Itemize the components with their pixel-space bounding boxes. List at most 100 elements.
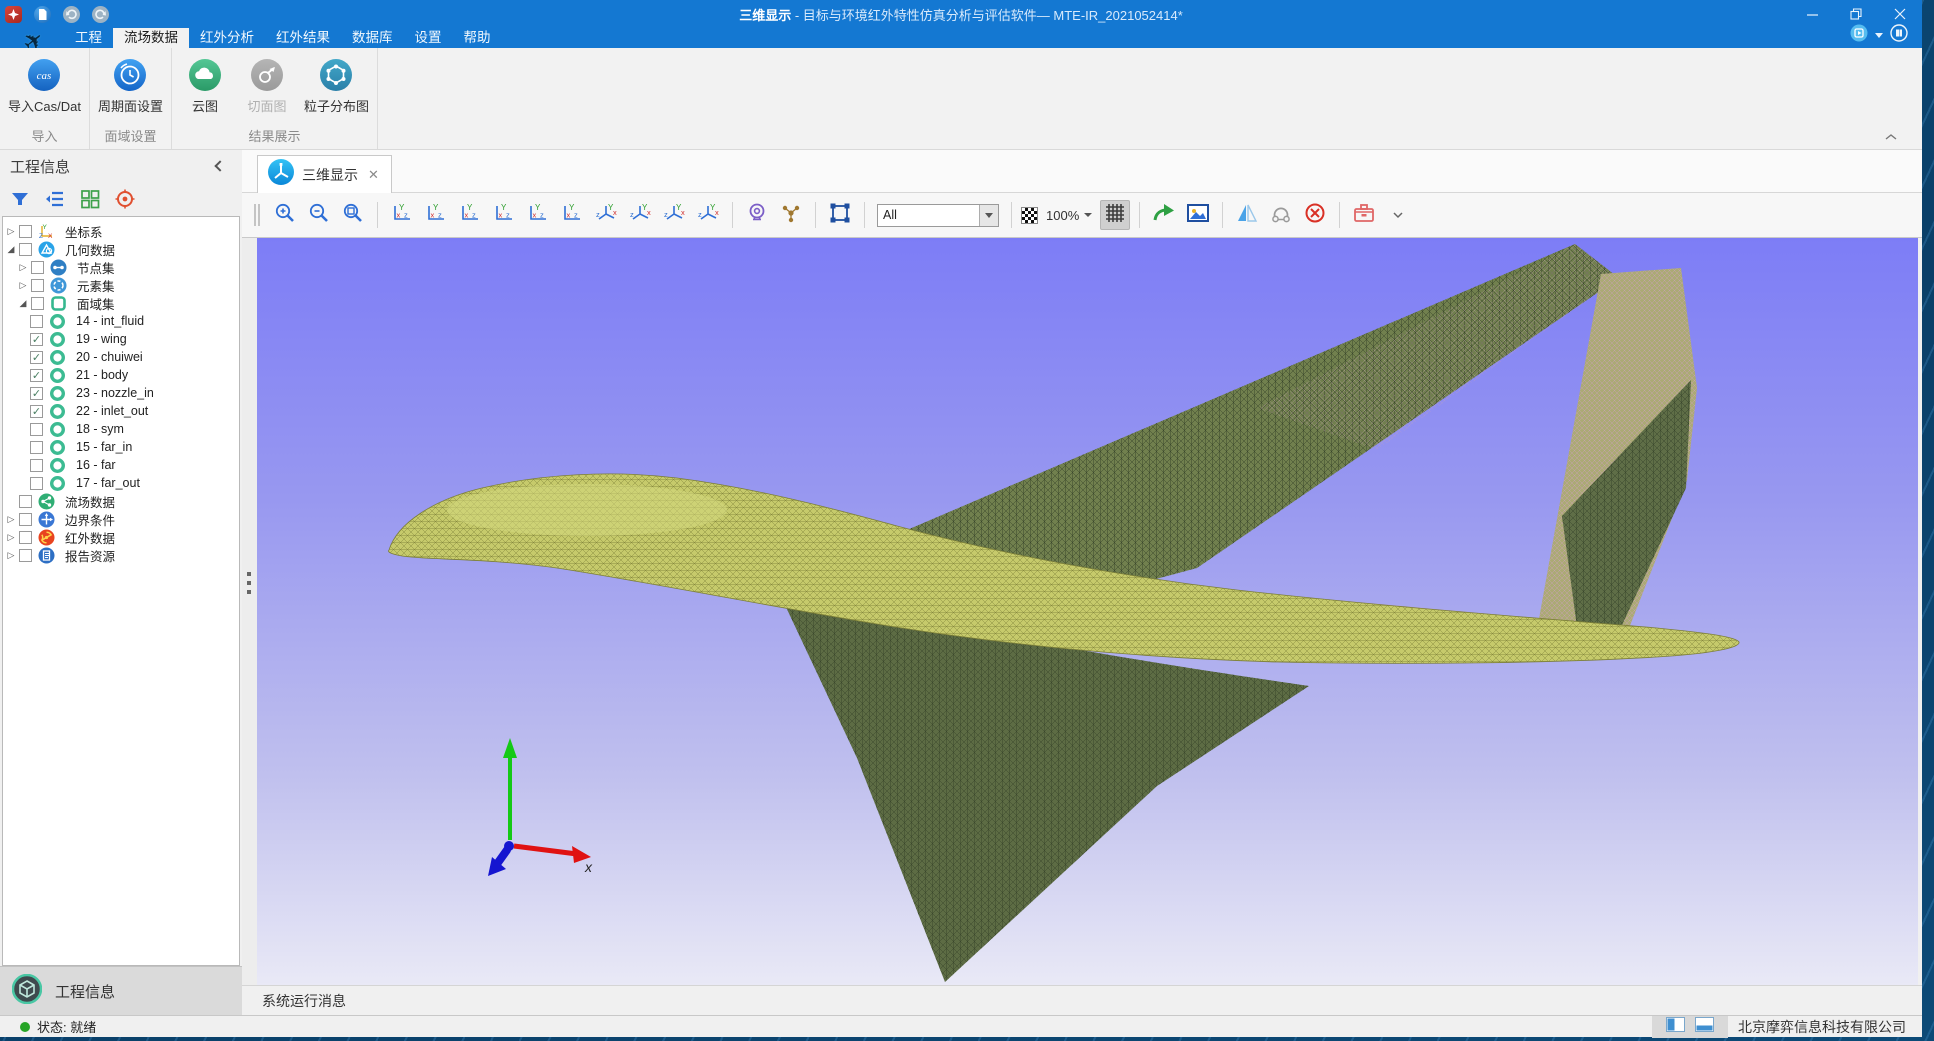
view-back-button[interactable]: Yxz [421, 200, 451, 230]
menu-item-6[interactable]: 帮助 [453, 28, 502, 48]
minimize-button[interactable] [1790, 0, 1834, 28]
tree-item-label[interactable]: 15 - far_in [76, 440, 132, 454]
view-bottom-button[interactable]: Yxz [557, 200, 587, 230]
view-iso-4-button[interactable]: Yzx [693, 200, 723, 230]
redo-icon[interactable] [92, 6, 109, 23]
tree-checkbox[interactable] [30, 441, 43, 454]
tree-item-label[interactable]: 22 - inlet_out [76, 404, 148, 418]
tree-item-18[interactable]: ▷ 报告资源 [3, 546, 239, 564]
ribbon-collapse-icon[interactable] [1884, 129, 1900, 141]
tree-item-14[interactable]: 17 - far_out [3, 474, 239, 492]
view-right-button[interactable]: Yxz [489, 200, 519, 230]
view-left-button[interactable]: Yxz [455, 200, 485, 230]
snapshot-button[interactable] [1183, 200, 1213, 230]
tree-checkbox[interactable] [19, 495, 32, 508]
locate-icon[interactable] [113, 187, 137, 211]
tree-item-5[interactable]: 14 - int_fluid [3, 312, 239, 330]
wire-sphere-button[interactable] [1266, 200, 1296, 230]
tab-3d-display[interactable]: 三维显示 ✕ [257, 155, 392, 193]
tree-checkbox[interactable] [30, 459, 43, 472]
tree-item-label[interactable]: 报告资源 [65, 546, 115, 565]
outline-icon[interactable] [43, 187, 67, 211]
tree-checkbox[interactable]: ✓ [30, 387, 43, 400]
undo-icon[interactable] [63, 6, 80, 23]
combo-dropdown-icon[interactable] [979, 205, 998, 226]
zoom-fit-button[interactable] [338, 200, 368, 230]
select-box-button[interactable] [825, 200, 855, 230]
tree-item-6[interactable]: ✓19 - wing [3, 330, 239, 348]
tree-expander-icon[interactable]: ▷ [17, 280, 29, 291]
tree-checkbox[interactable]: ✓ [30, 369, 43, 382]
tree-checkbox[interactable]: ✓ [30, 405, 43, 418]
grid-icon[interactable] [78, 187, 102, 211]
tree-item-label[interactable]: 元素集 [77, 276, 115, 295]
view-switch-icon[interactable] [1850, 24, 1868, 47]
view-iso-2-button[interactable]: Yzx [625, 200, 655, 230]
tree-item-label[interactable]: 17 - far_out [76, 476, 140, 490]
tree-item-label[interactable]: 21 - body [76, 368, 128, 382]
tree-checkbox[interactable] [31, 279, 44, 292]
display-filter-combo[interactable]: All [877, 204, 999, 227]
tree-item-label[interactable]: 节点集 [77, 258, 115, 277]
viewport-3d[interactable]: x [257, 238, 1918, 985]
tree-item-3[interactable]: ▷ 元素集 [3, 276, 239, 294]
tree-checkbox[interactable] [19, 531, 32, 544]
tree-expander-icon[interactable]: ▷ [5, 226, 17, 237]
tree-expander-icon[interactable]: ▷ [5, 550, 17, 561]
tree-item-2[interactable]: ▷ 节点集 [3, 258, 239, 276]
menu-item-3[interactable]: 红外结果 [265, 28, 341, 48]
tree-item-label[interactable]: 几何数据 [65, 240, 115, 259]
panel-collapse-icon[interactable] [214, 160, 225, 171]
view-iso-1-button[interactable]: Yzx [591, 200, 621, 230]
grid-toggle-button[interactable] [1100, 200, 1130, 230]
tree-item-label[interactable]: 23 - nozzle_in [76, 386, 154, 400]
zoom-out-button[interactable] [304, 200, 334, 230]
zoom-level-dropdown[interactable]: 100% [1042, 208, 1096, 223]
tree-item-4[interactable]: ◢ 面域集 [3, 294, 239, 312]
toolbar-grip[interactable] [254, 204, 260, 226]
particle-distribution-map-button[interactable]: 粒子分布图 [298, 52, 375, 117]
tree-checkbox[interactable] [19, 225, 32, 238]
menu-item-4[interactable]: 数据库 [341, 28, 404, 48]
layout-left-icon[interactable] [1666, 1017, 1685, 1037]
layout-bottom-icon[interactable] [1695, 1017, 1714, 1037]
tree-item-1[interactable]: ◢ 几何数据 [3, 240, 239, 258]
tree-item-7[interactable]: ✓20 - chuiwei [3, 348, 239, 366]
tree-item-13[interactable]: 16 - far [3, 456, 239, 474]
tree-item-8[interactable]: ✓ 21 - body [3, 366, 239, 384]
menu-item-2[interactable]: 红外分析 [189, 28, 265, 48]
tree-checkbox[interactable] [19, 549, 32, 562]
chevron-down-icon[interactable] [1383, 200, 1413, 230]
mirror-button[interactable] [1232, 200, 1262, 230]
menu-item-1[interactable]: 流场数据 [113, 28, 189, 48]
package-button[interactable] [1349, 200, 1379, 230]
tree-item-label[interactable]: 红外数据 [65, 528, 115, 547]
contour-map-button[interactable]: 云图 [174, 52, 236, 117]
tree-item-12[interactable]: 15 - far_in [3, 438, 239, 456]
filter-icon[interactable] [8, 187, 32, 211]
tree-item-label[interactable]: 18 - sym [76, 422, 124, 436]
tree-item-9[interactable]: ✓ 23 - nozzle_in [3, 384, 239, 402]
periodic-surface-setting-button[interactable]: 周期面设置 [92, 52, 169, 117]
tree-checkbox[interactable] [19, 513, 32, 526]
view-iso-3-button[interactable]: Yzx [659, 200, 689, 230]
light-source-button[interactable] [742, 200, 772, 230]
tree-item-label[interactable]: 边界条件 [65, 510, 115, 529]
tree-expander-icon[interactable]: ◢ [17, 298, 29, 309]
clear-all-button[interactable] [1300, 200, 1330, 230]
tree-item-label[interactable]: 面域集 [77, 294, 115, 313]
view-front-button[interactable]: Yxz [387, 200, 417, 230]
tree-checkbox[interactable] [19, 243, 32, 256]
menu-item-0[interactable]: 工程 [64, 28, 113, 48]
tree-checkbox[interactable]: ✓ [30, 351, 43, 364]
tree-checkbox[interactable] [30, 423, 43, 436]
export-arrow-button[interactable] [1149, 200, 1179, 230]
tree-item-label[interactable]: 流场数据 [65, 492, 115, 511]
tree-item-0[interactable]: ▷YZX坐标系 [3, 222, 239, 240]
tree-expander-icon[interactable]: ◢ [5, 244, 17, 255]
zoom-in-button[interactable] [270, 200, 300, 230]
tree-expander-icon[interactable]: ▷ [17, 262, 29, 273]
help-book-icon[interactable] [1890, 24, 1908, 47]
tree-checkbox[interactable] [31, 297, 44, 310]
tree-checkbox[interactable] [31, 261, 44, 274]
